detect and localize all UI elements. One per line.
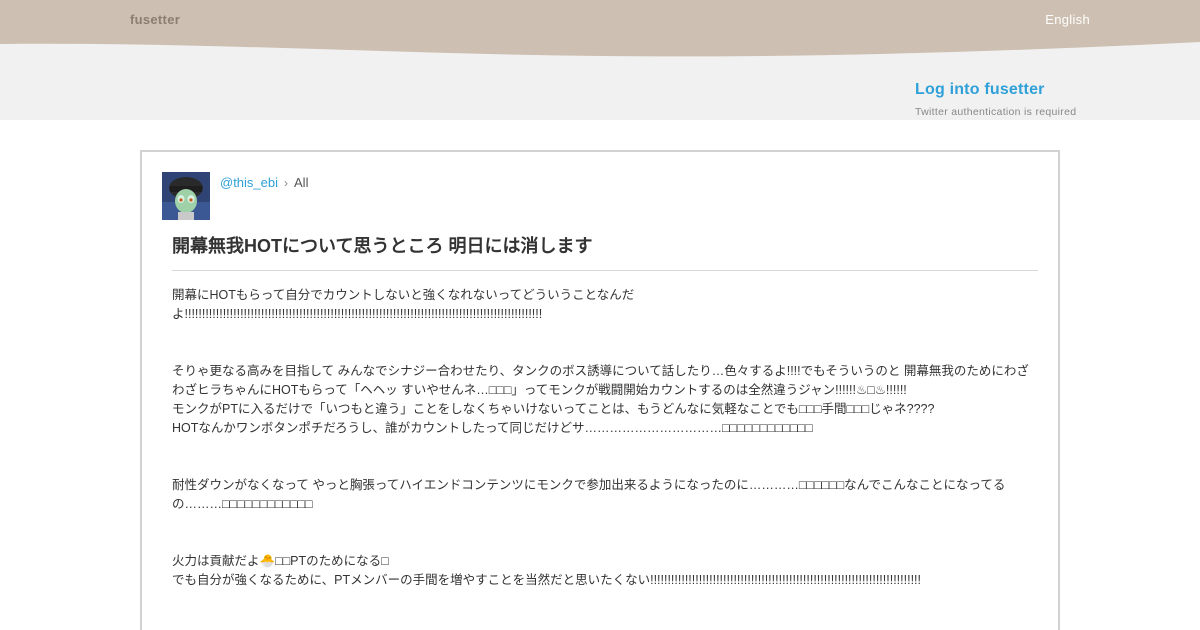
post-paragraph: 火力は貢献だよ🐣□□PTのためになる□ でも自分が強くなるために、PTメンバーの… [172,554,921,587]
header-wave [0,0,1200,57]
chevron-right-icon: › [284,175,289,190]
post-paragraph: 開幕にHOTもらって自分でカウントしないと強くなれないってどういうことなんだ よ… [172,288,635,321]
avatar[interactable] [162,172,210,220]
post-title: 開幕無我HOTについて思うところ 明日には消します [172,236,593,256]
login-note: Twitter authentication is required [915,106,1077,118]
site-logo[interactable]: fusetter [130,12,180,27]
language-switcher[interactable]: English [1045,12,1090,27]
breadcrumb-all-link[interactable]: All [294,175,308,190]
post-paragraph: 耐性ダウンがなくなって やっと胸張ってハイエンドコンテンツにモンクで参加出来るよ… [172,478,1006,511]
post-paragraph: そりゃ更なる高みを目指して みんなでシナジー合わせたり、タンクのボス誘導について… [172,364,1029,435]
avatar-image [162,172,210,220]
breadcrumb: @this_ebi › All [220,175,308,190]
post-card: @this_ebi › All 開幕無我HOTについて思うところ 明日には消しま… [140,150,1060,630]
title-divider [172,270,1038,271]
post-body: 開幕にHOTもらって自分でカウントしないと強くなれないってどういうことなんだ よ… [172,286,1038,609]
username-link[interactable]: @this_ebi [220,175,278,190]
login-link[interactable]: Log into fusetter [915,81,1045,99]
